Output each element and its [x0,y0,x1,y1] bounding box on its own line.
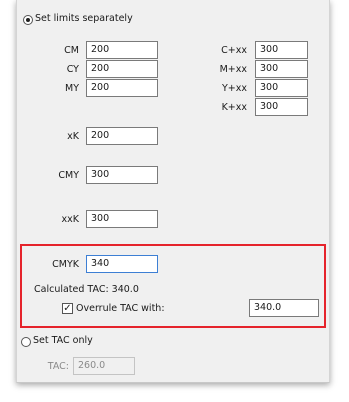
xxk-input[interactable]: 300 [86,210,158,228]
m-xx-label: M+xx [219,64,247,75]
cm-label: CM [64,45,79,56]
cy-label: CY [66,64,79,75]
limits-panel: Set limits separately CM 200 C+xx 300 CY… [16,0,330,383]
set-limits-separately-radio[interactable] [23,15,33,25]
cmyk-label: CMYK [52,259,79,270]
m-xx-input[interactable]: 300 [255,60,308,78]
c-xx-input[interactable]: 300 [255,41,308,59]
overrule-tac-input[interactable]: 340.0 [249,299,319,317]
set-tac-only-radio[interactable] [21,337,31,347]
xk-input[interactable]: 200 [86,127,158,145]
overrule-tac-label: Overrule TAC with: [76,303,165,314]
tac-label: TAC: [47,361,69,372]
set-tac-only-label: Set TAC only [33,335,93,346]
calculated-tac-text: Calculated TAC: 340.0 [34,284,139,295]
my-label: MY [65,83,79,94]
cm-input[interactable]: 200 [86,41,158,59]
dialog-frame: Set limits separately CM 200 C+xx 300 CY… [0,0,349,402]
k-xx-input[interactable]: 300 [255,98,308,116]
overrule-tac-checkbox[interactable]: ✓ [62,303,73,314]
cmyk-input[interactable]: 340 [86,255,158,273]
y-xx-input[interactable]: 300 [255,79,308,97]
k-xx-label: K+xx [221,102,247,113]
cmy-label: CMY [58,170,79,181]
set-limits-separately-label: Set limits separately [35,13,133,24]
y-xx-label: Y+xx [221,83,247,94]
xxk-label: xxK [61,214,79,225]
my-input[interactable]: 200 [86,79,158,97]
checkmark-icon: ✓ [63,303,72,314]
tac-input: 260.0 [73,357,135,375]
cy-input[interactable]: 200 [86,60,158,78]
xk-label: xK [67,131,79,142]
cmy-input[interactable]: 300 [86,166,158,184]
c-xx-label: C+xx [221,45,247,56]
